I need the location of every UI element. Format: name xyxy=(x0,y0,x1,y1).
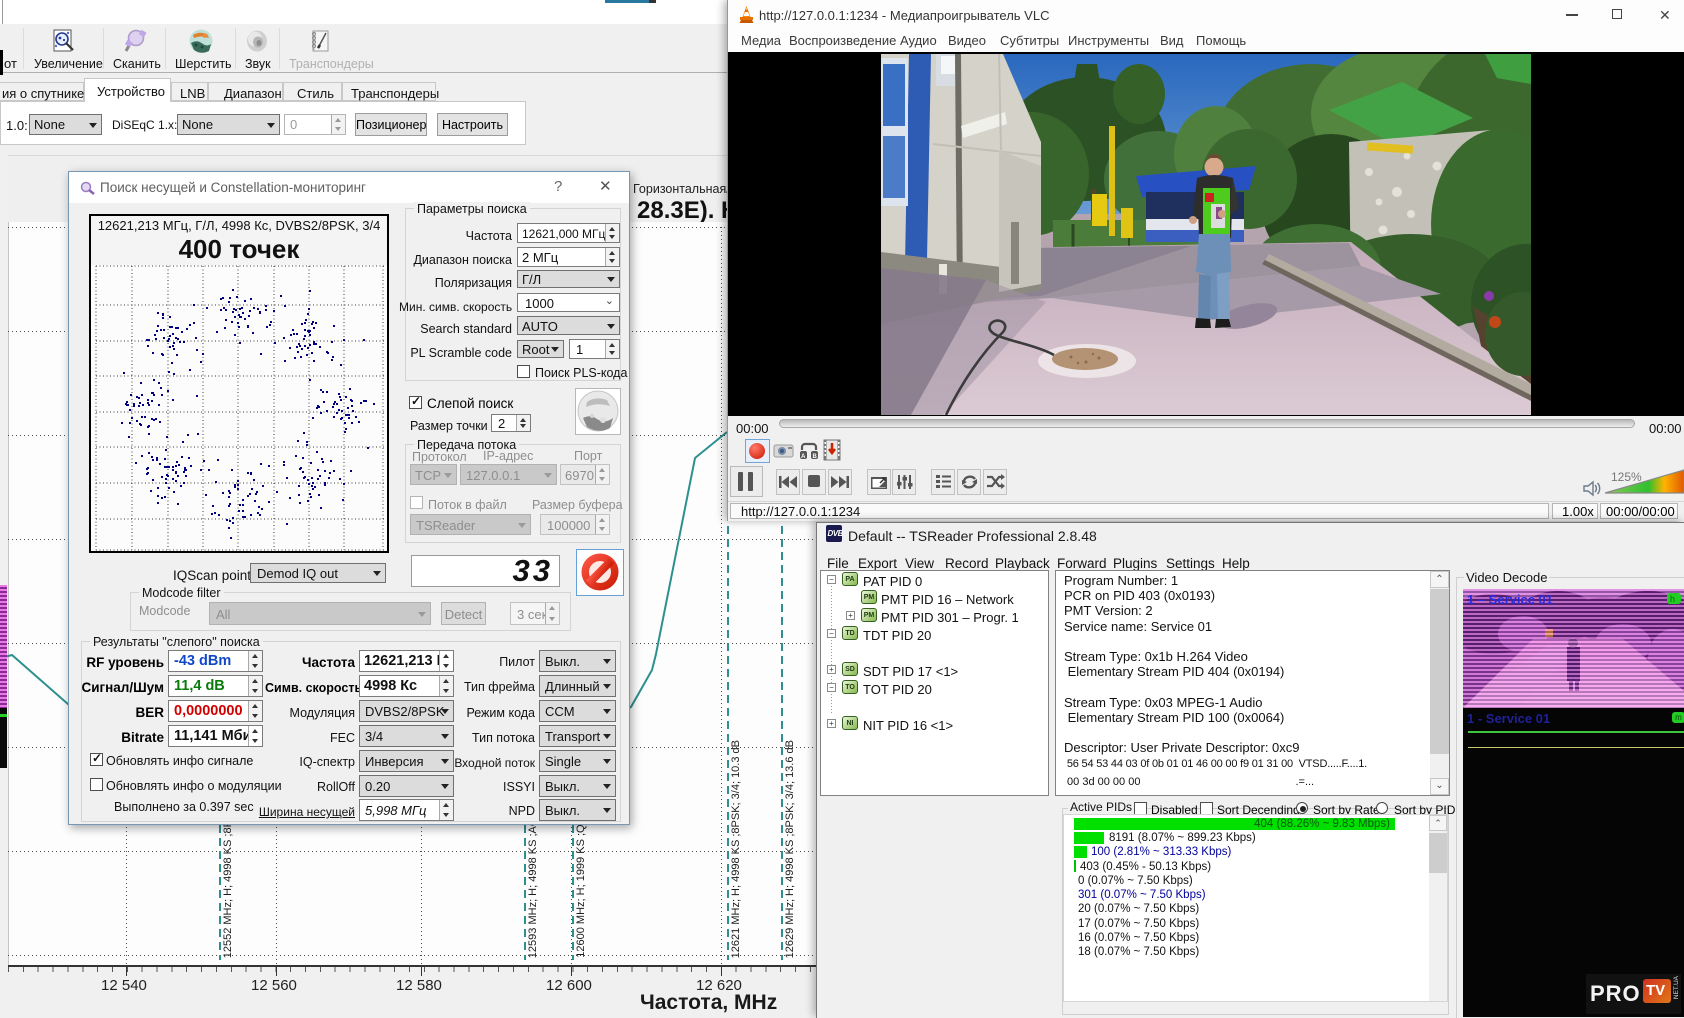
svg-text:1 – Service 01: 1 – Service 01 xyxy=(1467,592,1553,607)
svg-text:A: A xyxy=(801,454,806,460)
svg-text:h: h xyxy=(1670,594,1675,604)
svg-text:B: B xyxy=(813,454,818,460)
